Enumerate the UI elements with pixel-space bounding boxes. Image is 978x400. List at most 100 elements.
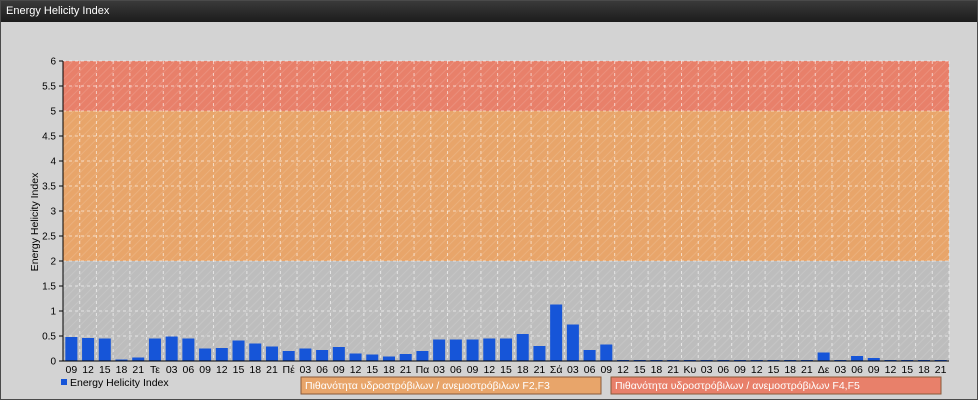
x-tick-label: 03 [166,364,178,376]
x-tick-label: 06 [183,364,195,376]
x-tick-label: 03 [300,364,312,376]
bar [199,348,212,361]
y-tick-label: 1 [50,307,56,318]
x-tick-label: 18 [249,364,261,376]
x-tick-label: 12 [483,364,495,376]
bar [600,344,613,361]
x-tick-label: 18 [116,364,128,376]
x-tick-label: Πα [416,364,430,376]
bar [516,334,529,361]
bar [148,338,161,361]
x-tick-label: 15 [634,364,646,376]
x-tick-label: Δε [818,364,830,376]
window-title: Energy Helicity Index [1,1,977,22]
y-tick-label: 0.5 [42,332,56,343]
band-legend-label-2: Πιθανότητα υδροστρόβιλων / ανεμοστρόβιλω… [615,380,860,392]
x-tick-label: 12 [216,364,228,376]
y-tick-label: 4 [50,157,56,168]
x-tick-label: 09 [868,364,880,376]
legend-label: Energy Helicity Index [70,377,169,389]
x-tick-label: 18 [651,364,663,376]
bar [265,346,278,361]
x-tick-label: 03 [701,364,713,376]
y-tick-label: 1.5 [42,282,56,293]
x-tick-label: 09 [600,364,612,376]
x-tick-label: 15 [500,364,512,376]
x-tick-label: 09 [734,364,746,376]
bar [82,338,95,361]
x-tick-label: 09 [333,364,345,376]
bar [533,346,546,361]
bar [332,347,345,361]
chart-window: Energy Helicity Index 0 0.5 1 1.5 2 2.5 3 3.5 4 4… [0,0,978,400]
x-tick-label: Κυ [684,364,697,376]
x-tick-label: Σά [550,364,563,376]
bar [366,354,379,361]
y-tick-label: 0 [50,357,56,368]
bar [851,356,864,361]
bar [299,348,312,361]
x-tick-label: Τε [150,364,160,376]
y-tick-label: 5 [50,107,56,118]
y-tick-label: 6 [50,57,56,68]
x-tick-label: 03 [567,364,579,376]
x-tick-label: 15 [768,364,780,376]
y-tick-label: 4.5 [42,132,56,143]
y-tick-label: 3.5 [42,182,56,193]
x-tick-label: 09 [199,364,211,376]
bar [349,353,362,361]
bar [466,339,479,361]
y-tick-label: 3 [50,207,56,218]
x-tick-label: 12 [82,364,94,376]
bar [165,336,178,361]
bar [399,354,412,361]
chart: 0 0.5 1 1.5 2 2.5 3 3.5 4 4.5 5 5.5 6 09 12 15 18 21 Τε 03… [29,57,950,395]
x-tick-label: 06 [584,364,596,376]
band-legend-label-1: Πιθανότητα υδροστρόβιλων / ανεμοστρόβιλω… [305,380,550,392]
x-tick-label: 21 [132,364,144,376]
x-tick-label: 06 [717,364,729,376]
y-tick-label: 2.5 [42,232,56,243]
bar [566,324,579,361]
x-tick-label: 21 [266,364,278,376]
bar [132,357,145,361]
y-tick-label: 5.5 [42,82,56,93]
x-tick-label: 18 [918,364,930,376]
bar [316,350,329,361]
x-tick-label: 09 [66,364,78,376]
bar [382,356,395,361]
bar [583,350,596,361]
x-tick-label: 15 [901,364,913,376]
y-tick-label: 2 [50,257,56,268]
x-tick-label: 06 [450,364,462,376]
bar [817,352,830,361]
x-tick-label: 21 [667,364,679,376]
bar [215,348,228,361]
bar [249,343,262,361]
x-tick-label: 09 [467,364,479,376]
x-tick-label: 06 [851,364,863,376]
legend-swatch [61,379,67,385]
bar [282,351,295,361]
x-tick-label: 15 [99,364,111,376]
bar [433,339,446,361]
bar [550,304,563,361]
x-tick-label: 12 [751,364,763,376]
x-tick-label: 21 [400,364,412,376]
bar [416,351,429,361]
bar [182,338,195,361]
x-tick-label: 21 [801,364,813,376]
bar [232,340,245,361]
bar [483,338,496,361]
x-tick-label: 21 [935,364,947,376]
x-tick-label: 18 [383,364,395,376]
x-tick-label: 15 [233,364,245,376]
x-tick-label: 18 [517,364,529,376]
y-axis-label: Energy Helicity Index [29,172,41,271]
x-tick-label: 12 [617,364,629,376]
x-tick-label: 12 [885,364,897,376]
x-tick-label: 06 [316,364,328,376]
x-tick-label: 21 [534,364,546,376]
legend: Energy Helicity Index [61,377,169,389]
x-tick-label: 15 [366,364,378,376]
